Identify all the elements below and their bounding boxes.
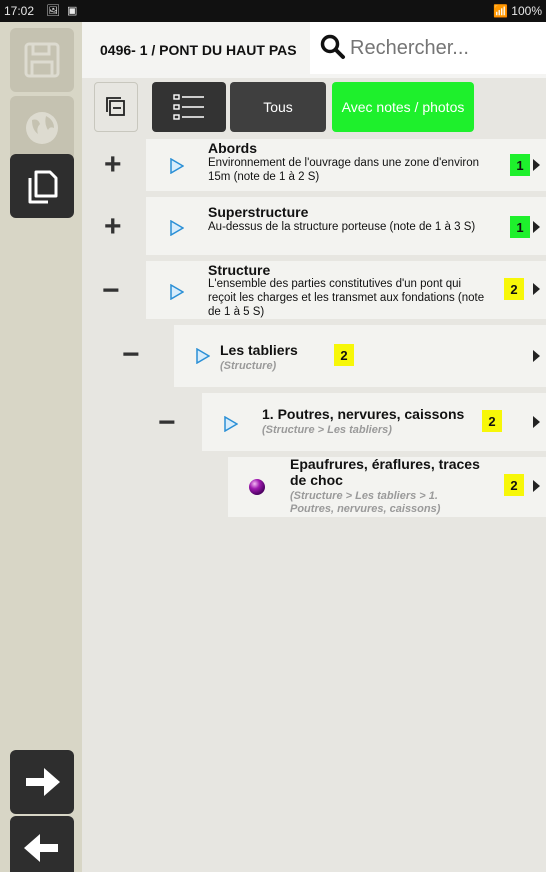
row-title: Superstructure (208, 204, 309, 220)
chevron-right-icon[interactable] (533, 159, 540, 171)
chevron-right-icon[interactable] (533, 283, 540, 295)
status-battery: 📶 100% (493, 4, 542, 18)
row-title: Les tabliers (220, 342, 298, 358)
filter-toolbar: Tous Avec notes / photos (82, 78, 546, 136)
expand-icon[interactable]: + (104, 150, 122, 180)
copy-button[interactable] (10, 154, 74, 218)
list-icon (173, 94, 204, 120)
tree-row-superstructure[interactable]: + Superstructure Au-dessus de la structu… (82, 194, 546, 258)
collapse-icon (106, 97, 125, 116)
play-icon[interactable] (224, 416, 238, 432)
play-icon[interactable] (170, 158, 184, 174)
header: 0496- 1 / PONT DU HAUT PAS (82, 22, 546, 78)
copy-icon (28, 170, 58, 204)
previous-button[interactable] (10, 816, 74, 872)
defect-marker-icon (249, 479, 265, 495)
note-badge: 2 (482, 410, 502, 432)
chevron-right-icon[interactable] (533, 221, 540, 233)
play-icon[interactable] (196, 348, 210, 364)
filter-all-button[interactable]: Tous (230, 82, 326, 132)
tree-row-epaufrures[interactable]: Epaufrures, éraflures, traces de choc (S… (82, 454, 546, 520)
filter-notes-photos-button[interactable]: Avec notes / photos (332, 82, 474, 132)
arrow-right-icon (26, 768, 60, 796)
row-description: Environnement de l'ouvrage dans une zone… (208, 157, 479, 183)
search-box[interactable] (310, 22, 546, 74)
note-badge: 2 (504, 474, 524, 496)
status-time: 17:02 (4, 4, 35, 18)
search-input[interactable] (350, 32, 540, 64)
tree-row-poutres[interactable]: − 1. Poutres, nervures, caissons (Struct… (82, 390, 546, 454)
arrow-left-icon (24, 834, 58, 862)
note-badge: 1 (510, 216, 530, 238)
notification-icons: 🖼 ▣ (46, 5, 80, 17)
list-view-button[interactable] (152, 82, 226, 132)
note-badge: 1 (510, 154, 530, 176)
expand-icon[interactable]: + (104, 212, 122, 242)
row-path: (Structure > Les tabliers > 1. Poutres, … (290, 490, 441, 515)
tree-row-abords[interactable]: + Abords Environnement de l'ouvrage dans… (82, 136, 546, 194)
play-icon[interactable] (170, 220, 184, 236)
row-title: Structure (208, 262, 271, 278)
globe-icon (26, 112, 58, 144)
row-description: L'ensemble des parties constitutives d'u… (208, 278, 485, 318)
globe-button[interactable] (10, 96, 74, 160)
status-bar: 17:02 🖼 ▣ 📶 100% (0, 0, 546, 22)
tree-row-structure[interactable]: − Structure L'ensemble des parties const… (82, 258, 546, 322)
next-button[interactable] (10, 750, 74, 814)
row-title: Epaufrures, éraflures, traces de choc (290, 456, 480, 488)
save-button[interactable] (10, 28, 74, 92)
bridge-title: 0496- 1 / PONT DU HAUT PAS (100, 42, 297, 58)
chevron-right-icon[interactable] (533, 350, 540, 362)
collapse-all-button[interactable] (94, 82, 138, 132)
collapse-icon[interactable]: − (122, 340, 140, 370)
chevron-right-icon[interactable] (533, 416, 540, 428)
save-icon (24, 42, 60, 78)
collapse-icon[interactable]: − (102, 276, 120, 306)
row-description: Au-dessus de la structure porteuse (note… (208, 221, 476, 233)
row-title: Abords (208, 140, 257, 156)
row-title: 1. Poutres, nervures, caissons (262, 406, 465, 422)
note-badge: 2 (504, 278, 524, 300)
collapse-icon[interactable]: − (158, 408, 176, 438)
tree-row-les-tabliers[interactable]: − Les tabliers (Structure) 2 (82, 322, 546, 390)
search-icon (320, 34, 345, 59)
note-badge: 2 (334, 344, 354, 366)
row-path: (Structure > Les tabliers) (262, 424, 392, 436)
play-icon[interactable] (170, 284, 184, 300)
chevron-right-icon[interactable] (533, 480, 540, 492)
row-path: (Structure) (220, 360, 277, 372)
left-rail (0, 22, 82, 872)
